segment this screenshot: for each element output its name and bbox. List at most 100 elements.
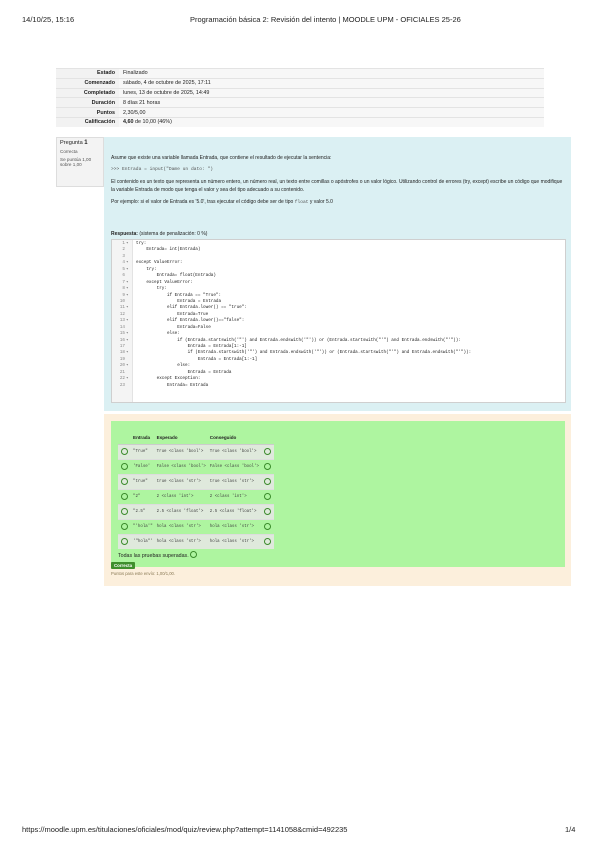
penalty-note: (sistema de penalización: 0 %) <box>139 231 208 237</box>
test-row: "2" 2 <class 'int'> 2 <class 'int'> <box>118 489 274 505</box>
test-cell-esperado: False <class 'bool'> <box>154 459 208 475</box>
test-rows: "True" True <class 'bool'> True <class 'bo… <box>118 444 274 549</box>
summary-row-state: Estado Finalizado <box>56 68 544 79</box>
grade-suffix: de 10,00 (46%) <box>133 119 172 126</box>
test-row: '"hola"' hola <class 'str'> hola <class 's… <box>118 534 274 549</box>
question-code-sample: >>> Entrada = input("Dame un dato: ") <box>111 167 213 172</box>
icon-cell <box>118 489 131 505</box>
check-circle-icon <box>121 447 128 455</box>
header-entrada: Entrada <box>131 431 155 445</box>
icon-cell <box>260 504 274 520</box>
question-example: Por ejemplo: si el valor de Entrada es '… <box>111 198 566 207</box>
test-row: 'False' False <class 'bool'> False <class … <box>118 459 274 475</box>
question-state: Correcta <box>60 149 78 154</box>
correct-badge: Correcta <box>111 562 136 569</box>
icon-cell <box>118 519 131 535</box>
check-circle-icon <box>263 447 271 455</box>
check-circle-icon <box>263 537 271 545</box>
summary-value: Finalizado <box>119 68 544 79</box>
print-page-number: 1/4 <box>565 825 576 834</box>
test-cell-conseguido: False <class 'bool'> <box>207 459 261 475</box>
grade-value: 4,60 <box>123 119 134 126</box>
example-prefix: Por ejemplo: si el valor de Entrada es '… <box>111 199 295 205</box>
test-cell-entrada: "True" <box>131 444 155 460</box>
icon-cell <box>118 504 131 520</box>
code-text: Entrada= int(Entrada) <box>136 247 201 253</box>
summary-value: lunes, 13 de octubre de 2025, 14:49 <box>119 87 544 98</box>
icon-cell <box>260 534 274 549</box>
test-cell-conseguido: true <class 'str'> <box>207 474 261 490</box>
question-intro: Asume que existe una variable llamada En… <box>111 155 332 161</box>
summary-row-grade: Calificación 4,60 de 10,00 (46%) <box>56 116 544 127</box>
icon-cell <box>260 489 274 505</box>
test-cell-esperado: hola <class 'str'> <box>154 534 208 549</box>
summary-row-points: Puntos 2,30/5,00 <box>56 107 544 118</box>
test-cell-esperado: 2.5 <class 'float'> <box>154 504 208 520</box>
check-circle-icon <box>263 462 271 470</box>
header-icon-cell <box>118 431 131 445</box>
test-cell-entrada: "true" <box>131 474 155 490</box>
icon-cell <box>118 474 131 490</box>
icon-cell <box>118 459 131 475</box>
test-row: "'hola'" hola <class 'str'> hola <class 's… <box>118 519 274 535</box>
icon-cell <box>260 519 274 535</box>
question-body: El contenido es un texto que representa … <box>111 179 563 193</box>
summary-value: 2,30/5,00 <box>119 107 544 118</box>
summary-value: 4,60 de 10,00 (46%) <box>119 116 544 127</box>
summary-row-completed: Completado lunes, 13 de octubre de 2025,… <box>56 87 544 98</box>
test-cell-entrada: "2.5" <box>131 504 155 520</box>
code-editor[interactable]: 1 ▾ try: 2 Entrada= int(Entrada) 3 4 ▾ except V… <box>111 239 566 403</box>
submission-score: Puntos para este envío: 1,00/1,00. <box>111 571 176 576</box>
tests-passed-text: Todas las pruebas superadas. <box>118 553 189 559</box>
example-suffix: y valor 5.0 <box>308 199 333 205</box>
question-grade: Se puntúa 1,00 sobre 1,00 <box>60 157 92 167</box>
summary-label: Estado <box>56 68 119 79</box>
icon-cell <box>118 534 131 549</box>
summary-label: Comenzado <box>56 77 119 89</box>
summary-label: Puntos <box>56 107 119 118</box>
check-circle-icon <box>121 522 128 530</box>
test-cell-conseguido: 2 <class 'int'> <box>207 489 261 505</box>
check-circle-icon <box>263 492 271 500</box>
icon-cell <box>118 444 131 460</box>
header-esperado: Esperado <box>154 431 208 445</box>
print-page-title: Programación básica 2: Revisión del inte… <box>190 15 461 24</box>
question-content: Asume que existe una variable llamada En… <box>104 137 571 411</box>
test-row: "2.5" 2.5 <class 'float'> 2.5 <class 'floa… <box>118 504 274 520</box>
test-cell-entrada: 'False' <box>131 459 155 475</box>
attempt-summary-table: Estado Finalizado Comenzado sábado, 4 de… <box>56 68 544 127</box>
summary-value: 8 días 21 horas <box>119 97 544 108</box>
test-header-row: Entrada Esperado Conseguido <box>118 431 274 445</box>
example-code: float <box>294 200 309 205</box>
print-url: https://moodle.upm.es/titulaciones/ofici… <box>22 825 348 834</box>
print-datetime: 14/10/25, 15:16 <box>22 15 75 24</box>
summary-value: sábado, 4 de octubre de 2025, 17:11 <box>119 77 544 89</box>
question-number-value: 1 <box>84 140 88 146</box>
check-circle-icon <box>263 507 271 515</box>
test-cell-entrada: "'hola'" <box>131 519 155 535</box>
test-cell-esperado: hola <class 'str'> <box>154 519 208 535</box>
check-circle-icon <box>263 477 271 485</box>
answer-label-row: Respuesta: (sistema de penalización: 0 %… <box>111 231 207 237</box>
summary-row-duration: Duración 8 días 21 horas <box>56 97 544 108</box>
check-circle-icon <box>121 537 128 545</box>
icon-cell <box>260 444 274 460</box>
code-lines: 1 ▾ try: 2 Entrada= int(Entrada) 3 4 ▾ except V… <box>112 241 565 389</box>
tests-passed-message: Todas las pruebas superadas. <box>118 551 198 559</box>
question-number: Pregunta 1 <box>60 140 100 146</box>
test-cell-esperado: 2 <class 'int'> <box>154 489 208 505</box>
check-circle-icon <box>121 507 128 515</box>
test-cell-entrada: "2" <box>131 489 155 505</box>
answer-label: Respuesta: <box>111 231 138 237</box>
check-circle-icon <box>263 522 271 530</box>
summary-label: Completado <box>56 87 119 98</box>
header-conseguido: Conseguido <box>207 431 261 445</box>
summary-row-started: Comenzado sábado, 4 de octubre de 2025, … <box>56 77 544 89</box>
test-cell-entrada: '"hola"' <box>131 534 155 549</box>
line-number: 23 <box>119 382 125 388</box>
question-prefix: Pregunta <box>60 140 83 146</box>
check-circle-icon <box>190 551 198 558</box>
summary-label: Duración <box>56 97 119 108</box>
check-circle-icon <box>121 492 128 500</box>
test-cell-esperado: True <class 'bool'> <box>154 444 208 460</box>
